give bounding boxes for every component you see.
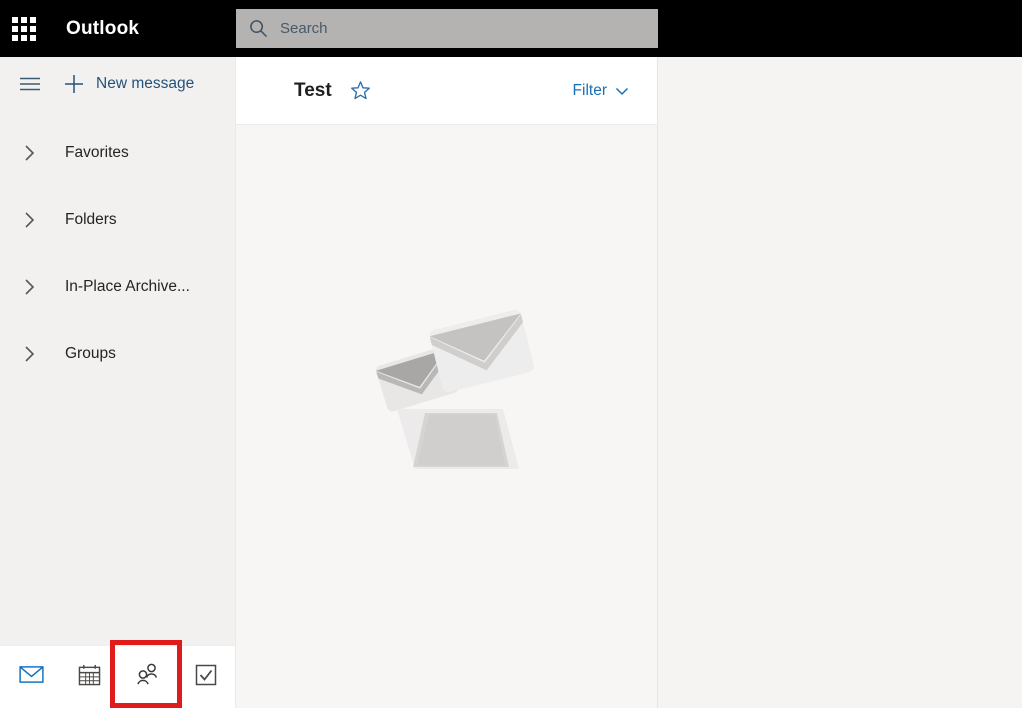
chevron-down-icon <box>615 86 629 96</box>
sidebar-item-label: Folders <box>65 211 117 229</box>
app-body: New message Favorites <box>0 57 1022 708</box>
checkbox-check-icon <box>195 664 217 691</box>
envelopes-illustration <box>357 297 537 477</box>
bottom-nav-calendar[interactable] <box>60 646 118 708</box>
waffle-dot <box>21 26 27 32</box>
sidebar-item-groups[interactable]: Groups <box>0 320 235 387</box>
left-sidebar: New message Favorites <box>0 57 236 708</box>
app-brand-title[interactable]: Outlook <box>66 18 139 40</box>
bottom-nav-tasks[interactable] <box>177 646 235 708</box>
message-list-panel: Test Filter <box>236 57 658 708</box>
reading-pane <box>658 57 1022 708</box>
hamburger-menu-icon[interactable] <box>14 68 46 100</box>
top-header-bar: Outlook <box>0 0 1022 57</box>
star-outline-icon[interactable] <box>348 78 374 104</box>
sidebar-item-label: In-Place Archive... <box>65 278 190 296</box>
people-icon <box>135 663 161 691</box>
mail-icon <box>19 665 44 689</box>
new-message-label: New message <box>96 75 194 93</box>
waffle-dot <box>21 17 27 23</box>
waffle-dot <box>12 35 18 41</box>
waffle-dot <box>30 35 36 41</box>
message-list-header: Test Filter <box>236 57 657 125</box>
module-switcher-bar <box>0 645 235 708</box>
sidebar-item-folders[interactable]: Folders <box>0 186 235 253</box>
sidebar-item-favorites[interactable]: Favorites <box>0 119 235 186</box>
waffle-dot <box>30 17 36 23</box>
app-launcher-icon[interactable] <box>0 0 48 57</box>
waffle-dot <box>12 26 18 32</box>
search-box[interactable] <box>236 9 658 48</box>
calendar-icon <box>78 664 101 691</box>
chevron-right-icon[interactable] <box>15 210 43 230</box>
bottom-nav-people[interactable] <box>119 646 177 708</box>
sidebar-command-row: New message <box>0 57 235 111</box>
folder-nav-list: Favorites Folders <box>0 111 235 645</box>
chevron-right-icon[interactable] <box>15 344 43 364</box>
sidebar-item-label: Groups <box>65 345 116 363</box>
filter-label: Filter <box>573 82 607 100</box>
chevron-right-icon[interactable] <box>15 277 43 297</box>
search-icon <box>236 19 280 38</box>
search-input[interactable] <box>280 20 658 37</box>
message-list-body <box>236 125 657 708</box>
waffle-dot <box>12 17 18 23</box>
filter-button[interactable]: Filter <box>573 82 629 100</box>
plus-icon <box>64 74 84 94</box>
folder-title: Test <box>294 80 332 102</box>
waffle-dot <box>30 26 36 32</box>
bottom-nav-mail[interactable] <box>2 646 60 708</box>
outlook-web-app: Outlook <box>0 0 1022 708</box>
waffle-dot <box>21 35 27 41</box>
chevron-right-icon[interactable] <box>15 143 43 163</box>
sidebar-item-in-place-archive[interactable]: In-Place Archive... <box>0 253 235 320</box>
waffle-grid <box>12 17 36 41</box>
new-message-button[interactable]: New message <box>64 74 194 94</box>
sidebar-item-label: Favorites <box>65 144 129 162</box>
